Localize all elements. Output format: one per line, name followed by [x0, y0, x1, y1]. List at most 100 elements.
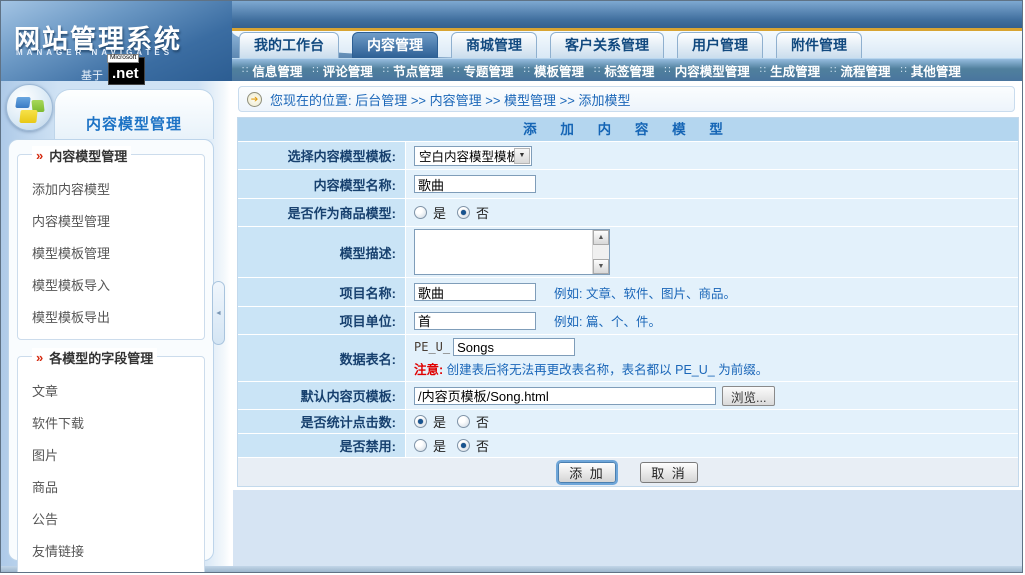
form-title: 添 加 内 容 模 型	[238, 118, 1018, 141]
description-row: 模型描述: ▲ ▼	[238, 227, 1018, 277]
field-label: 是否禁用:	[238, 434, 405, 457]
sidebar-group-model-fields: » 各模型的字段管理 文章 软件下载 图片 商品 公告 友情链接 留言	[17, 356, 205, 573]
model-name-input[interactable]	[414, 175, 536, 193]
count-clicks-row: 是否统计点击数: 是 否	[238, 410, 1018, 433]
sidebar-item-article[interactable]: 文章	[26, 376, 196, 408]
model-name-row: 内容模型名称:	[238, 170, 1018, 198]
menu-item-topic[interactable]: ∷专题管理	[448, 61, 518, 80]
tab-mall-management[interactable]: 商城管理	[451, 32, 537, 58]
sidebar-item-model-template-export[interactable]: 模型模板导出	[26, 302, 196, 334]
menu-item-other[interactable]: ∷其他管理	[896, 61, 966, 80]
field-label: 是否作为商品模型:	[238, 199, 405, 226]
menu-item-workflow[interactable]: ∷流程管理	[825, 61, 895, 80]
sidebar-group-content-model: » 内容模型管理 添加内容模型 内容模型管理 模型模板管理 模型模板导入 模型模…	[17, 154, 205, 340]
is-product-row: 是否作为商品模型: 是 否	[238, 199, 1018, 226]
item-unit-input[interactable]	[414, 312, 536, 330]
tab-workbench[interactable]: 我的工作台	[239, 32, 339, 58]
menu-item-comment[interactable]: ∷评论管理	[307, 61, 377, 80]
menu-item-template[interactable]: ∷模板管理	[519, 61, 589, 80]
menu-item-content-model[interactable]: ∷内容模型管理	[659, 61, 754, 80]
form-button-row: 添 加 取 消	[238, 458, 1018, 486]
app-subtitle: MANAGER NAVIGATES	[16, 48, 173, 57]
main-background-fill	[233, 490, 1022, 566]
menu-separator-icon: ∷	[242, 65, 248, 76]
sidebar-item-model-manage[interactable]: 内容模型管理	[26, 206, 196, 238]
microsoft-net-badge: Microsoft .net	[108, 57, 145, 85]
clicks-no-radio[interactable]	[457, 415, 470, 428]
menu-separator-icon: ∷	[453, 65, 459, 76]
menu-separator-icon: ∷	[383, 65, 389, 76]
disabled-yes-radio[interactable]	[414, 439, 427, 452]
cube-yellow	[19, 110, 37, 123]
menu-separator-icon: ∷	[830, 65, 836, 76]
field-label: 项目名称:	[238, 278, 405, 306]
header: 网站管理系统 MANAGER NAVIGATES 基于 Microsoft .n…	[1, 1, 1022, 81]
description-textarea[interactable]: ▲ ▼	[414, 229, 610, 275]
location-arrow-icon	[247, 92, 262, 107]
net-label: .net	[112, 65, 139, 82]
add-button[interactable]: 添 加	[558, 462, 616, 483]
sidebar: 内容模型管理 » 内容模型管理 添加内容模型 内容模型管理 模型模板管理 模型模…	[1, 81, 230, 566]
table-name-row: 数据表名: PE_U_ 注意: 创建表后将无法再更改表名称，表名都以 PE_U_…	[238, 335, 1018, 381]
sidebar-item-model-template-import[interactable]: 模型模板导入	[26, 270, 196, 302]
sidebar-item-notice[interactable]: 公告	[26, 504, 196, 536]
tab-content-management[interactable]: 内容管理	[352, 32, 438, 58]
breadcrumb-text: 您现在的位置: 后台管理 >> 内容管理 >> 模型管理 >> 添加模型	[270, 90, 630, 109]
field-label: 项目单位:	[238, 307, 405, 334]
submenu-bar: ∷信息管理 ∷评论管理 ∷节点管理 ∷专题管理 ∷模板管理 ∷标签管理 ∷内容模…	[232, 58, 1022, 81]
tab-crm[interactable]: 客户关系管理	[550, 32, 664, 58]
item-unit-row: 项目单位: 例如: 篇、个、件。	[238, 307, 1018, 334]
app-logo: 网站管理系统 MANAGER NAVIGATES 基于 Microsoft .n…	[1, 1, 232, 81]
product-no-radio[interactable]	[457, 206, 470, 219]
scroll-down-icon[interactable]: ▼	[593, 259, 609, 274]
microsoft-label: Microsoft	[107, 54, 139, 63]
menu-separator-icon: ∷	[594, 65, 600, 76]
table-name-input[interactable]	[453, 338, 575, 356]
scroll-up-icon[interactable]: ▲	[593, 230, 609, 245]
based-on-label: 基于	[81, 67, 103, 85]
item-name-row: 项目名称: 例如: 文章、软件、图片、商品。	[238, 278, 1018, 306]
clicks-yes-radio[interactable]	[414, 415, 427, 428]
sidebar-item-product[interactable]: 商品	[26, 472, 196, 504]
cancel-button[interactable]: 取 消	[640, 462, 698, 483]
menu-item-node[interactable]: ∷节点管理	[378, 61, 448, 80]
menu-separator-icon: ∷	[760, 65, 766, 76]
sidebar-item-model-template-manage[interactable]: 模型模板管理	[26, 238, 196, 270]
chevron-down-icon	[514, 148, 530, 164]
sidebar-item-add-model[interactable]: 添加内容模型	[26, 174, 196, 206]
cube-blue	[15, 97, 31, 108]
add-model-form: 添 加 内 容 模 型 选择内容模型模板: 空白内容模型模板 内容模型名称:	[238, 118, 1018, 486]
menu-separator-icon: ∷	[524, 65, 530, 76]
textarea-scrollbar[interactable]: ▲ ▼	[592, 230, 609, 274]
menu-separator-icon: ∷	[901, 65, 907, 76]
sidebar-collapse-handle[interactable]	[212, 281, 225, 345]
double-chevron-icon: »	[36, 148, 43, 163]
menu-item-generate[interactable]: ∷生成管理	[755, 61, 825, 80]
sidebar-item-software[interactable]: 软件下载	[26, 408, 196, 440]
field-label: 选择内容模型模板:	[238, 142, 405, 169]
sidebar-item-links[interactable]: 友情链接	[26, 536, 196, 568]
disabled-no-radio[interactable]	[457, 439, 470, 452]
tab-user-management[interactable]: 用户管理	[677, 32, 763, 58]
sidebar-item-guestbook[interactable]: 留言	[26, 568, 196, 573]
header-top-strip	[232, 1, 1022, 28]
sidebar-item-image[interactable]: 图片	[26, 440, 196, 472]
field-label: 数据表名:	[238, 335, 405, 381]
item-name-hint: 例如: 文章、软件、图片、商品。	[554, 283, 736, 302]
browse-button[interactable]: 浏览...	[722, 386, 775, 406]
content-template-row: 默认内容页模板: 浏览...	[238, 382, 1018, 409]
model-template-select[interactable]: 空白内容模型模板	[414, 146, 532, 166]
radio-label: 否	[476, 203, 489, 222]
radio-label: 是	[433, 203, 446, 222]
menu-item-tag[interactable]: ∷标签管理	[589, 61, 659, 80]
menu-item-info[interactable]: ∷信息管理	[237, 61, 307, 80]
table-prefix-label: PE_U_	[414, 340, 450, 354]
item-name-input[interactable]	[414, 283, 536, 301]
tab-attachment-management[interactable]: 附件管理	[776, 32, 862, 58]
breadcrumb: 您现在的位置: 后台管理 >> 内容管理 >> 模型管理 >> 添加模型	[238, 86, 1015, 112]
item-unit-hint: 例如: 篇、个、件。	[554, 311, 661, 330]
product-yes-radio[interactable]	[414, 206, 427, 219]
field-label: 默认内容页模板:	[238, 382, 405, 409]
sidebar-title-panel: 内容模型管理	[54, 89, 214, 139]
content-template-input[interactable]	[414, 387, 716, 405]
